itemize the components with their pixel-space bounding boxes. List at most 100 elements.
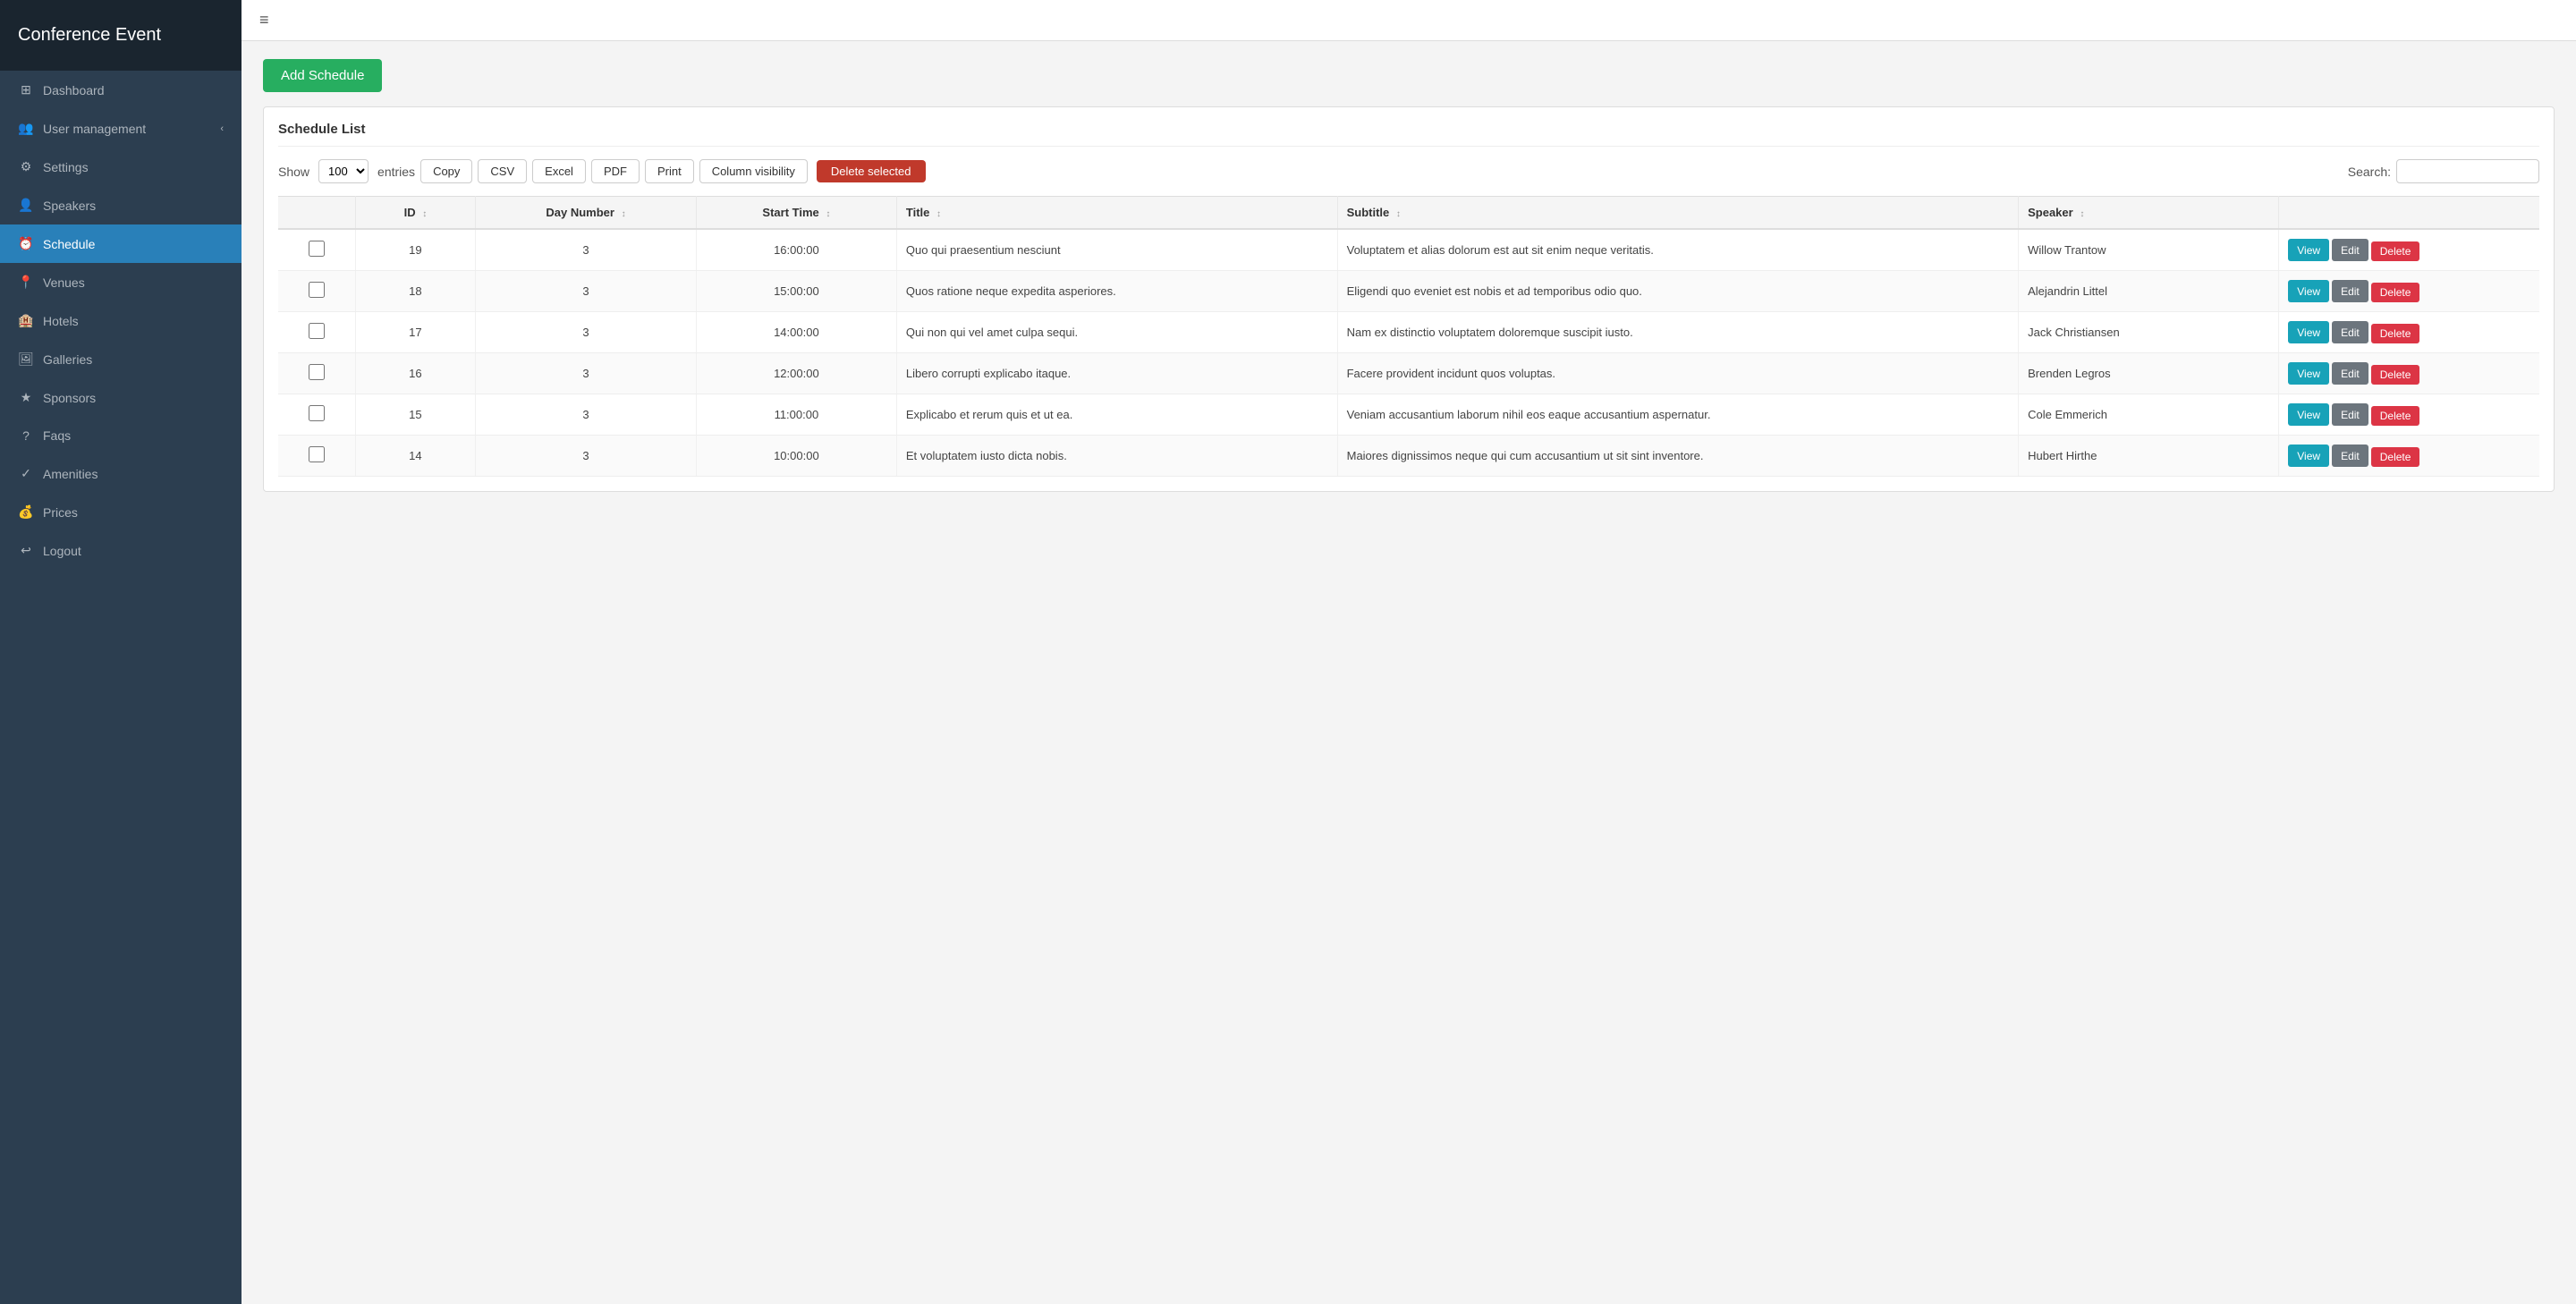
sort-icon-time: ↕ <box>826 209 830 219</box>
col-header-id[interactable]: ID ↕ <box>355 197 475 230</box>
row-speaker: Brenden Legros <box>2019 353 2279 394</box>
sidebar-item-logout[interactable]: ↩ Logout <box>0 531 242 570</box>
row-title: Libero corrupti explicabo itaque. <box>896 353 1337 394</box>
col-header-time[interactable]: Start Time ↕ <box>696 197 896 230</box>
row-checkbox[interactable] <box>309 323 325 339</box>
col-header-title[interactable]: Title ↕ <box>896 197 1337 230</box>
sidebar-item-dashboard[interactable]: ⊞ Dashboard <box>0 71 242 109</box>
pin-icon: 📍 <box>18 275 34 290</box>
show-label: Show <box>278 165 309 179</box>
sidebar-item-label: Amenities <box>43 467 97 481</box>
row-checkbox[interactable] <box>309 405 325 421</box>
row-title: Quos ratione neque expedita asperiores. <box>896 271 1337 312</box>
row-subtitle: Facere provident incidunt quos voluptas. <box>1337 353 2019 394</box>
question-icon: ? <box>18 428 34 443</box>
row-actions: View Edit Delete <box>2279 394 2539 436</box>
table-row: 19 3 16:00:00 Quo qui praesentium nesciu… <box>278 229 2539 271</box>
row-subtitle: Maiores dignissimos neque qui cum accusa… <box>1337 436 2019 477</box>
row-checkbox[interactable] <box>309 364 325 380</box>
delete-button[interactable]: Delete <box>2371 283 2420 302</box>
row-checkbox-cell <box>278 229 355 271</box>
sidebar-item-user-management[interactable]: 👥 User management ‹ <box>0 109 242 148</box>
sidebar-item-schedule[interactable]: ⏰ Schedule <box>0 224 242 263</box>
sidebar-item-label: Faqs <box>43 428 71 443</box>
row-speaker: Willow Trantow <box>2019 229 2279 271</box>
row-id: 19 <box>355 229 475 271</box>
view-button[interactable]: View <box>2288 362 2329 385</box>
view-button[interactable]: View <box>2288 403 2329 426</box>
row-actions: View Edit Delete <box>2279 271 2539 312</box>
view-button[interactable]: View <box>2288 321 2329 343</box>
row-checkbox-cell <box>278 312 355 353</box>
action-buttons: View Edit Delete <box>2288 280 2530 302</box>
view-button[interactable]: View <box>2288 239 2329 261</box>
row-id: 14 <box>355 436 475 477</box>
row-day: 3 <box>476 394 697 436</box>
sidebar-item-settings[interactable]: ⚙ Settings <box>0 148 242 186</box>
sidebar-item-faqs[interactable]: ? Faqs <box>0 417 242 454</box>
logout-icon: ↩ <box>18 543 34 558</box>
row-subtitle: Eligendi quo eveniet est nobis et ad tem… <box>1337 271 2019 312</box>
sidebar-item-amenities[interactable]: ✓ Amenities <box>0 454 242 493</box>
card-title: Schedule List <box>278 122 2539 147</box>
print-button[interactable]: Print <box>645 159 694 183</box>
star-icon: ★ <box>18 390 34 405</box>
row-title: Quo qui praesentium nesciunt <box>896 229 1337 271</box>
sidebar-item-label: Dashboard <box>43 83 105 97</box>
edit-button[interactable]: Edit <box>2332 362 2368 385</box>
pdf-button[interactable]: PDF <box>591 159 640 183</box>
csv-button[interactable]: CSV <box>478 159 527 183</box>
row-title: Et voluptatem iusto dicta nobis. <box>896 436 1337 477</box>
delete-selected-button[interactable]: Delete selected <box>817 160 926 182</box>
sort-icon-id: ↕ <box>422 209 427 219</box>
search-area: Search: <box>2348 159 2539 183</box>
delete-button[interactable]: Delete <box>2371 365 2420 385</box>
edit-button[interactable]: Edit <box>2332 403 2368 426</box>
row-speaker: Cole Emmerich <box>2019 394 2279 436</box>
view-button[interactable]: View <box>2288 280 2329 302</box>
sidebar-nav: ⊞ Dashboard 👥 User management ‹ ⚙ Settin… <box>0 71 242 570</box>
col-header-speaker[interactable]: Speaker ↕ <box>2019 197 2279 230</box>
col-header-subtitle[interactable]: Subtitle ↕ <box>1337 197 2019 230</box>
search-input[interactable] <box>2396 159 2539 183</box>
schedule-table: ID ↕ Day Number ↕ Start Time ↕ Title ↕ S… <box>278 196 2539 477</box>
row-checkbox-cell <box>278 436 355 477</box>
sidebar-item-label: Schedule <box>43 237 95 251</box>
excel-button[interactable]: Excel <box>532 159 586 183</box>
row-checkbox[interactable] <box>309 282 325 298</box>
hotel-icon: 🏨 <box>18 313 34 328</box>
row-checkbox[interactable] <box>309 241 325 257</box>
sidebar-item-hotels[interactable]: 🏨 Hotels <box>0 301 242 340</box>
sidebar-item-speakers[interactable]: 👤 Speakers <box>0 186 242 224</box>
edit-button[interactable]: Edit <box>2332 239 2368 261</box>
row-speaker: Hubert Hirthe <box>2019 436 2279 477</box>
sidebar-item-prices[interactable]: 💰 Prices <box>0 493 242 531</box>
copy-button[interactable]: Copy <box>420 159 472 183</box>
delete-button[interactable]: Delete <box>2371 447 2420 467</box>
row-title: Qui non qui vel amet culpa sequi. <box>896 312 1337 353</box>
delete-button[interactable]: Delete <box>2371 406 2420 426</box>
search-label: Search: <box>2348 165 2391 179</box>
app-title: Conference Event <box>0 0 242 71</box>
column-visibility-button[interactable]: Column visibility <box>699 159 808 183</box>
sidebar-item-label: Prices <box>43 505 78 520</box>
sidebar: Conference Event ⊞ Dashboard 👥 User mana… <box>0 0 242 1304</box>
edit-button[interactable]: Edit <box>2332 280 2368 302</box>
menu-icon[interactable]: ≡ <box>259 11 269 30</box>
row-actions: View Edit Delete <box>2279 312 2539 353</box>
delete-button[interactable]: Delete <box>2371 324 2420 343</box>
col-header-day[interactable]: Day Number ↕ <box>476 197 697 230</box>
edit-button[interactable]: Edit <box>2332 445 2368 467</box>
sidebar-item-label: Venues <box>43 275 85 290</box>
sort-icon-title: ↕ <box>936 209 941 219</box>
entries-select[interactable]: 10 25 50 100 <box>318 159 369 183</box>
sidebar-item-sponsors[interactable]: ★ Sponsors <box>0 378 242 417</box>
sidebar-item-galleries[interactable]: 🖼 Galleries <box>0 340 242 378</box>
delete-button[interactable]: Delete <box>2371 241 2420 261</box>
add-schedule-button[interactable]: Add Schedule <box>263 59 382 92</box>
sidebar-item-venues[interactable]: 📍 Venues <box>0 263 242 301</box>
row-subtitle: Veniam accusantium laborum nihil eos eaq… <box>1337 394 2019 436</box>
edit-button[interactable]: Edit <box>2332 321 2368 343</box>
row-checkbox[interactable] <box>309 446 325 462</box>
view-button[interactable]: View <box>2288 445 2329 467</box>
